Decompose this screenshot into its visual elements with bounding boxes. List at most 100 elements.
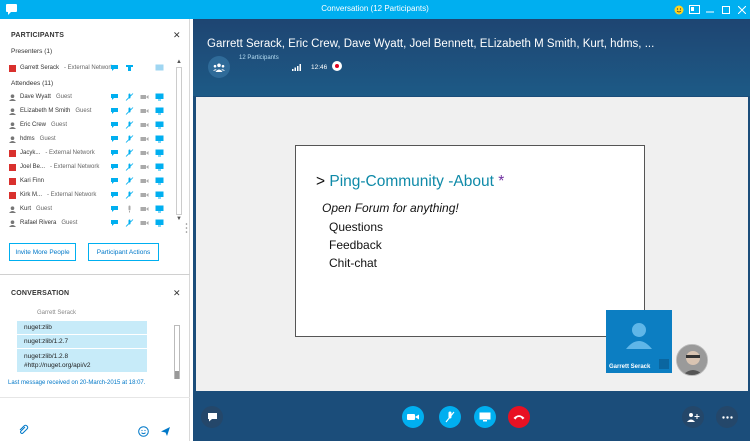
screen-icon [155, 149, 164, 157]
emoticon-icon[interactable] [672, 0, 686, 19]
avatar [9, 163, 16, 171]
window-title: Conversation (12 Participants) [321, 4, 429, 13]
participant-row[interactable]: Dave Wyatt Guest [6, 90, 176, 104]
avatar [9, 135, 16, 143]
slide-bullet: Chit-chat [329, 256, 378, 270]
contact-card-icon[interactable] [686, 0, 702, 19]
screen-icon [155, 135, 164, 143]
participant-tag: Guest [51, 122, 68, 128]
participants-close-icon[interactable]: ✕ [173, 30, 181, 41]
emoticon-picker-icon[interactable] [138, 424, 149, 437]
call-timer: 12:46 [311, 64, 328, 71]
ellipsis-icon [721, 415, 733, 419]
last-message-status: Last message received on 20-March-2015 a… [8, 380, 146, 386]
participant-actions-button[interactable]: Participant Actions [88, 243, 159, 261]
show-chat-button[interactable] [201, 406, 223, 428]
mic-icon [125, 205, 134, 213]
participant-tag: - External Network [47, 192, 97, 198]
participant-row[interactable]: ELizabeth M Smith Guest [6, 104, 176, 118]
scroll-up-arrow-icon[interactable]: ▲ [175, 59, 183, 65]
attach-file-icon[interactable] [17, 423, 29, 435]
conversation-close-icon[interactable]: ✕ [173, 288, 181, 299]
hang-up-button[interactable] [508, 406, 530, 428]
end-call-icon [513, 415, 525, 420]
slide-bullet: Questions [329, 220, 384, 234]
call-title: Garrett Serack, Eric Crew, Dave Wyatt, J… [207, 38, 655, 50]
participant-tag: Guest [55, 94, 72, 100]
participant-tag: Guest [75, 108, 92, 114]
chat-icon [207, 413, 217, 422]
message-text: nuget:zlib [24, 324, 52, 331]
mute-button[interactable] [439, 406, 461, 428]
participant-row[interactable]: Kirk M... - External Network [6, 188, 176, 202]
mic-muted-icon [125, 219, 134, 227]
slide-title-star: * [493, 173, 505, 190]
share-screen-button[interactable] [474, 406, 496, 428]
screen-icon [155, 177, 164, 185]
video-toggle-button[interactable] [402, 406, 424, 428]
participant-row[interactable]: Joel Be... - External Network [6, 160, 176, 174]
scroll-track[interactable] [176, 67, 182, 215]
chat-icon [110, 64, 119, 72]
slide-title-prefix: > [316, 173, 330, 190]
scroll-down-arrow-icon[interactable]: ▼ [175, 216, 183, 222]
chat-icon [110, 163, 119, 171]
screen-icon [155, 107, 164, 115]
participant-row[interactable]: Eric Crew Guest [6, 118, 176, 132]
participant-row[interactable]: Kurt Guest [6, 202, 176, 216]
screen-icon [155, 219, 164, 227]
chat-icon [110, 219, 119, 227]
chat-icon [110, 177, 119, 185]
invite-more-people-button[interactable]: Invite More People [9, 243, 76, 261]
participant-row[interactable]: Rafael Rivera Guest [6, 216, 176, 230]
avatar [9, 191, 16, 199]
maximize-button[interactable] [718, 0, 734, 19]
video-icon [140, 64, 149, 72]
conversation-scrollbar[interactable] [173, 319, 181, 385]
participant-name: Eric Crew [20, 122, 47, 128]
show-participants-button[interactable] [208, 56, 230, 78]
participants-scrollbar[interactable]: ▲ ▼ [175, 59, 183, 244]
participant-name: Kirk M... [20, 192, 42, 198]
mic-muted-icon [125, 135, 134, 143]
video-off-icon [659, 359, 669, 369]
participant-name: Kurt [20, 206, 32, 212]
screen-icon [155, 121, 164, 129]
video-icon [140, 121, 149, 129]
chat-icon [110, 149, 119, 157]
slide-bullet: Feedback [329, 238, 382, 252]
minimize-button[interactable] [702, 0, 718, 19]
scroll-thumb[interactable] [175, 371, 179, 379]
participant-count[interactable]: 12 Participants [239, 55, 279, 61]
more-options-button[interactable] [716, 406, 738, 428]
message-bubble: nuget:zlib/1.2.8 #http://nuget.org/api/v… [17, 349, 147, 372]
mic-muted-icon [125, 163, 134, 171]
participant-tag: Guest [61, 220, 78, 226]
self-video-preview[interactable]: Garrett Serack [606, 310, 672, 373]
add-people-button[interactable] [682, 406, 704, 428]
participant-name: Kari Finn [20, 178, 45, 184]
video-icon [140, 219, 149, 227]
video-icon [140, 163, 149, 171]
call-area: Garrett Serack, Eric Crew, Dave Wyatt, J… [193, 19, 750, 441]
mic-muted-icon [125, 107, 134, 115]
shared-screen-area: > Ping-Community -About * Open Forum for… [196, 97, 748, 391]
avatar [9, 205, 16, 213]
panel-resize-grip[interactable] [185, 222, 188, 236]
remote-participant-avatar[interactable] [676, 344, 708, 376]
section-divider [0, 274, 190, 275]
close-button[interactable] [734, 0, 750, 19]
presenters-label: Presenters (1) [11, 48, 53, 55]
screen-icon [155, 64, 164, 72]
chat-icon [110, 191, 119, 199]
participant-row[interactable]: Garrett Serack - External Network [6, 61, 176, 75]
participant-tag: - External Network [45, 150, 95, 156]
participant-row[interactable]: hdms Guest [6, 132, 176, 146]
participant-row[interactable]: Jacyk... - External Network [6, 146, 176, 160]
participant-name: Rafael Rivera [20, 220, 57, 226]
participant-tag: - External Network [64, 65, 114, 71]
participant-row[interactable]: Kari Finn [6, 174, 176, 188]
send-icon[interactable] [160, 424, 171, 436]
avatar [9, 219, 16, 227]
participant-name: Joel Be... [20, 164, 46, 170]
